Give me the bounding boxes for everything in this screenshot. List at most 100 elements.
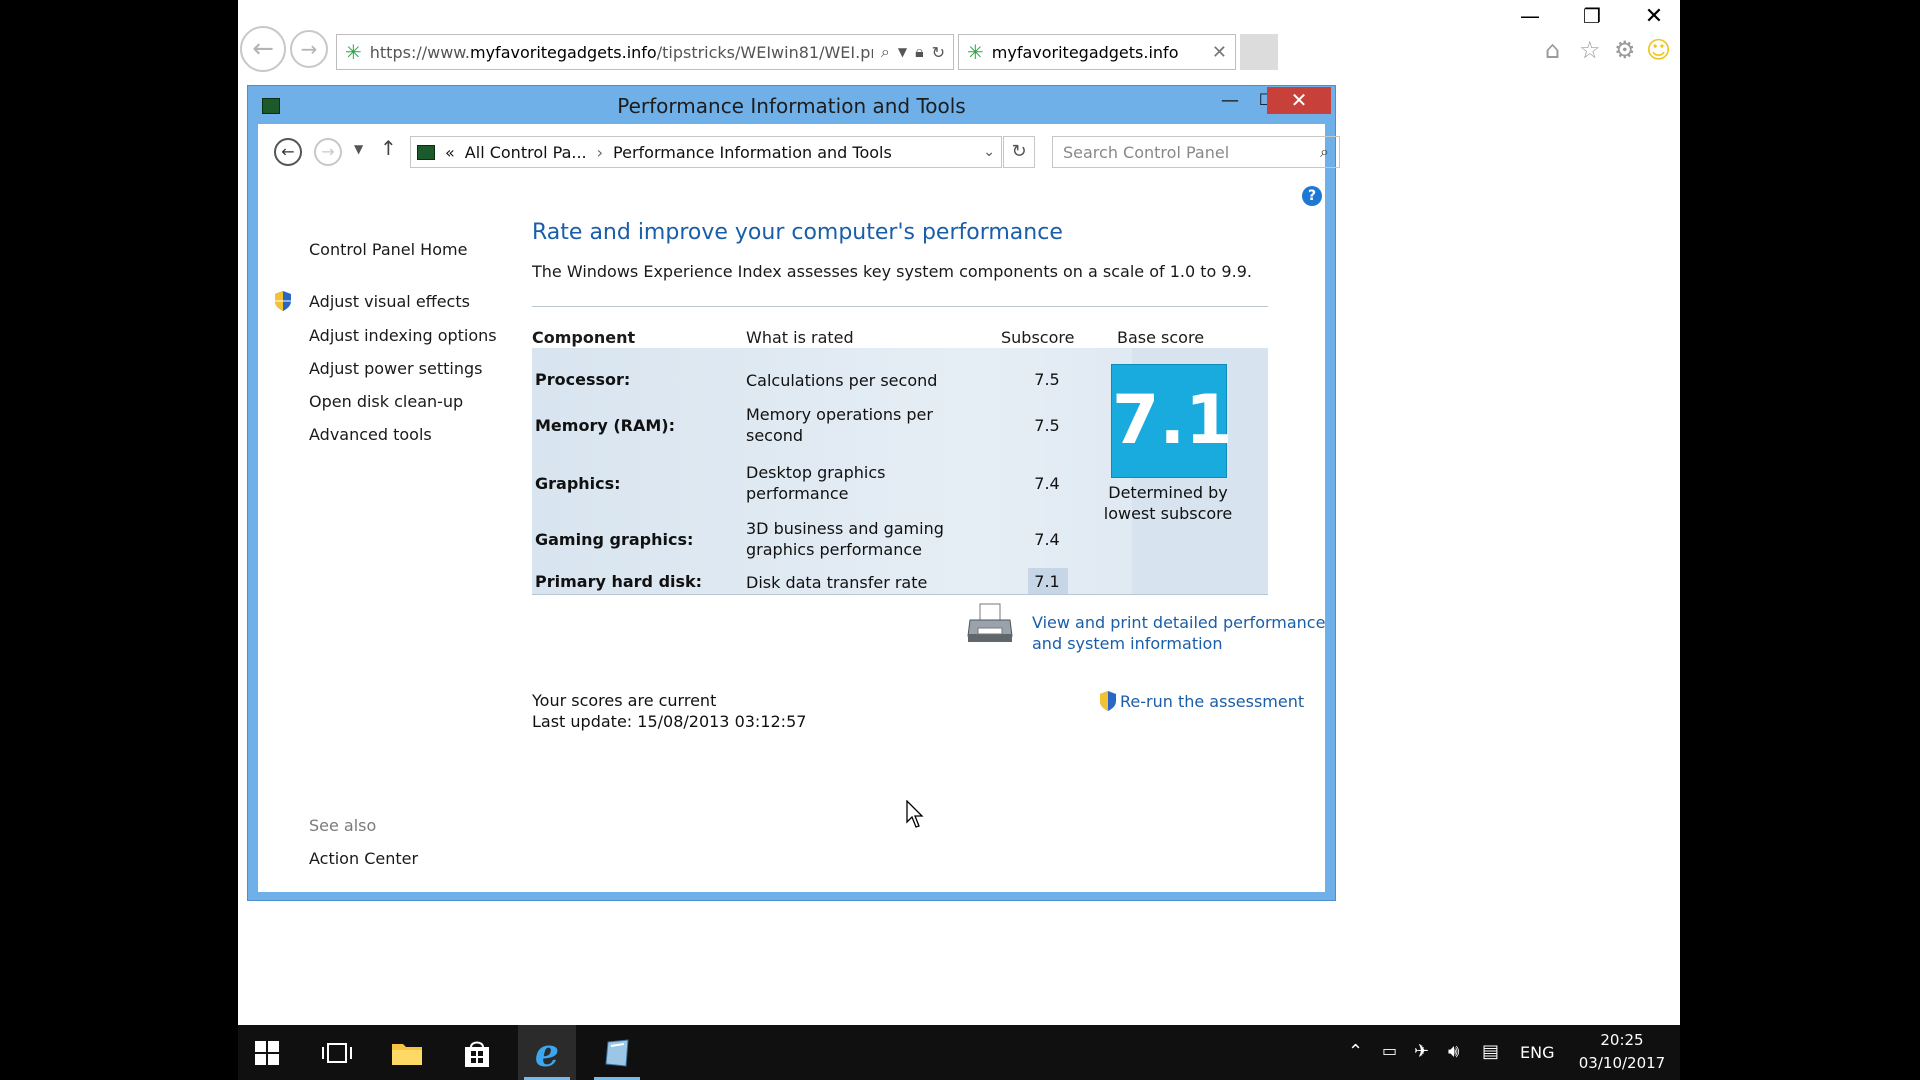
adjust-visual-effects-link[interactable]: Adjust visual effects xyxy=(309,292,470,311)
taskbar: e ⌃ ▭ ✈ 🔊︎ ▤ ENG 20:25 03/10/2017 xyxy=(238,1025,1680,1080)
new-tab-button[interactable] xyxy=(1240,34,1278,70)
battery-icon[interactable]: ▭ xyxy=(1382,1041,1397,1060)
open-disk-cleanup-link[interactable]: Open disk clean-up xyxy=(309,392,463,411)
cp-close-button[interactable]: ✕ xyxy=(1267,87,1331,114)
back-button[interactable]: ← xyxy=(240,26,286,72)
task-view-button[interactable] xyxy=(308,1025,366,1080)
help-icon[interactable]: ? xyxy=(1302,186,1322,206)
smiley-feedback-icon[interactable]: ☺ xyxy=(1646,36,1671,64)
uac-shield-icon xyxy=(1100,691,1116,711)
see-also-label: See also xyxy=(309,816,377,835)
tab-loading-icon: ✳ xyxy=(967,40,984,64)
breadcrumb-chevron-icon[interactable]: › xyxy=(597,143,603,162)
control-panel-taskbar-button[interactable] xyxy=(588,1025,646,1080)
windows-logo-icon xyxy=(255,1040,279,1065)
clock-time: 20:25 xyxy=(1600,1031,1644,1049)
action-center-icon[interactable]: ▤ xyxy=(1482,1041,1499,1062)
breadcrumb[interactable]: « All Control Pa... › Performance Inform… xyxy=(410,136,1002,168)
gear-icon[interactable]: ⚙ xyxy=(1614,36,1636,64)
header-what-is-rated: What is rated xyxy=(746,328,854,347)
favorites-star-icon[interactable]: ☆ xyxy=(1579,36,1601,64)
view-print-details-link[interactable]: View and print detailed performance and … xyxy=(1032,612,1332,654)
page-title: Rate and improve your computer's perform… xyxy=(532,220,1063,245)
search-icon[interactable]: ⌕ xyxy=(881,42,890,62)
address-url: https://www.myfavoritegadgets.info/tipst… xyxy=(369,42,873,62)
window-title: Performance Information and Tools xyxy=(617,94,966,118)
chevron-down-icon[interactable]: ⌄ xyxy=(983,144,995,160)
browser-tab[interactable]: ✳ myfavoritegadgets.info ✕ xyxy=(958,34,1236,70)
table-bottom-divider xyxy=(532,594,1268,595)
cp-forward-button[interactable]: → xyxy=(314,138,342,166)
control-panel-body: ← → ▼ ↑ « All Control Pa... › Performanc… xyxy=(258,124,1340,892)
row-what-is-rated: Calculations per second xyxy=(746,371,938,390)
cp-refresh-button[interactable]: ↻ xyxy=(1003,136,1035,168)
file-explorer-button[interactable] xyxy=(378,1025,436,1080)
header-base-score: Base score xyxy=(1117,328,1205,347)
breadcrumb-overflow[interactable]: « xyxy=(445,143,455,162)
base-score-caption: Determined by lowest subscore xyxy=(1103,483,1233,523)
row-subscore: 7.4 xyxy=(1034,530,1060,549)
control-panel-icon xyxy=(605,1038,629,1067)
row-component: Memory (RAM): xyxy=(535,416,675,435)
advanced-tools-link[interactable]: Advanced tools xyxy=(309,425,432,444)
adjust-power-settings-link[interactable]: Adjust power settings xyxy=(309,359,482,378)
row-component: Processor: xyxy=(535,370,631,389)
input-language[interactable]: ENG xyxy=(1520,1043,1554,1062)
volume-icon[interactable]: 🔊︎ xyxy=(1448,1041,1459,1062)
home-icon[interactable]: ⌂ xyxy=(1545,36,1560,64)
control-panel-icon xyxy=(417,144,435,160)
scores-status: Your scores are current Last update: 15/… xyxy=(532,690,806,732)
row-subscore: 7.1 xyxy=(1034,572,1060,591)
action-center-link[interactable]: Action Center xyxy=(309,849,418,868)
row-subscore: 7.5 xyxy=(1034,416,1060,435)
control-panel-home-link[interactable]: Control Panel Home xyxy=(309,240,467,259)
store-button[interactable] xyxy=(448,1025,506,1080)
minimize-button[interactable]: — xyxy=(1502,2,1558,30)
up-arrow-icon[interactable]: ↑ xyxy=(380,136,397,160)
arrow-right-icon: → xyxy=(300,37,318,61)
refresh-icon[interactable]: ↻ xyxy=(932,43,945,62)
airplane-mode-icon[interactable]: ✈ xyxy=(1414,1041,1429,1062)
address-bar[interactable]: ✳ https://www.myfavoritegadgets.info/tip… xyxy=(336,34,954,70)
row-what-is-rated: Memory operations per second xyxy=(746,405,933,445)
restore-button[interactable]: ❐ xyxy=(1564,2,1620,30)
store-bag-icon xyxy=(465,1041,489,1067)
breadcrumb-current[interactable]: Performance Information and Tools xyxy=(613,143,983,162)
loading-icon: ✳ xyxy=(345,40,362,64)
printer-icon xyxy=(967,603,1013,642)
tab-title: myfavoritegadgets.info xyxy=(991,42,1179,62)
arrow-left-icon: ← xyxy=(252,34,274,64)
row-what-is-rated: Disk data transfer rate xyxy=(746,573,928,592)
forward-button[interactable]: → xyxy=(290,30,328,68)
show-hidden-icons-icon[interactable]: ⌃ xyxy=(1348,1041,1363,1062)
breadcrumb-parent[interactable]: All Control Pa... xyxy=(465,143,587,162)
internet-explorer-icon: e xyxy=(534,1030,560,1075)
row-what-is-rated: 3D business and gaming graphics performa… xyxy=(746,519,944,559)
rerun-assessment-link[interactable]: Re-run the assessment xyxy=(1098,690,1304,712)
lock-icon[interactable]: 🔒︎ xyxy=(915,42,924,62)
rerun-assessment-label[interactable]: Re-run the assessment xyxy=(1120,692,1304,711)
row-subscore: 7.5 xyxy=(1034,370,1060,389)
header-subscore: Subscore xyxy=(1001,328,1075,347)
taskbar-clock[interactable]: 20:25 03/10/2017 xyxy=(1572,1029,1672,1075)
clock-date: 03/10/2017 xyxy=(1578,1054,1666,1072)
page-description: The Windows Experience Index assesses ke… xyxy=(532,262,1252,281)
close-tab-icon[interactable]: ✕ xyxy=(1212,42,1227,63)
close-button[interactable]: ✕ xyxy=(1626,2,1680,30)
task-view-icon xyxy=(322,1042,352,1063)
folder-icon xyxy=(392,1043,422,1065)
explorer-nav: ← → ▼ ↑ « All Control Pa... › Performanc… xyxy=(258,124,1340,180)
row-component: Graphics: xyxy=(535,474,621,493)
start-button[interactable] xyxy=(238,1025,296,1080)
search-input[interactable]: Search Control Panel xyxy=(1063,143,1320,162)
last-update-text: Last update: 15/08/2013 03:12:57 xyxy=(532,712,807,731)
search-icon[interactable]: ⌕ xyxy=(1320,142,1329,162)
search-control-panel[interactable]: Search Control Panel ⌕ xyxy=(1052,136,1340,168)
recent-locations-icon[interactable]: ▼ xyxy=(354,142,363,156)
scores-current-text: Your scores are current xyxy=(532,691,717,710)
adjust-indexing-options-link[interactable]: Adjust indexing options xyxy=(309,326,497,345)
row-what-is-rated: Desktop graphics performance xyxy=(746,463,886,503)
internet-explorer-button[interactable]: e xyxy=(518,1025,576,1080)
cp-back-button[interactable]: ← xyxy=(274,138,302,166)
dropdown-icon[interactable]: ▼ xyxy=(898,45,907,59)
